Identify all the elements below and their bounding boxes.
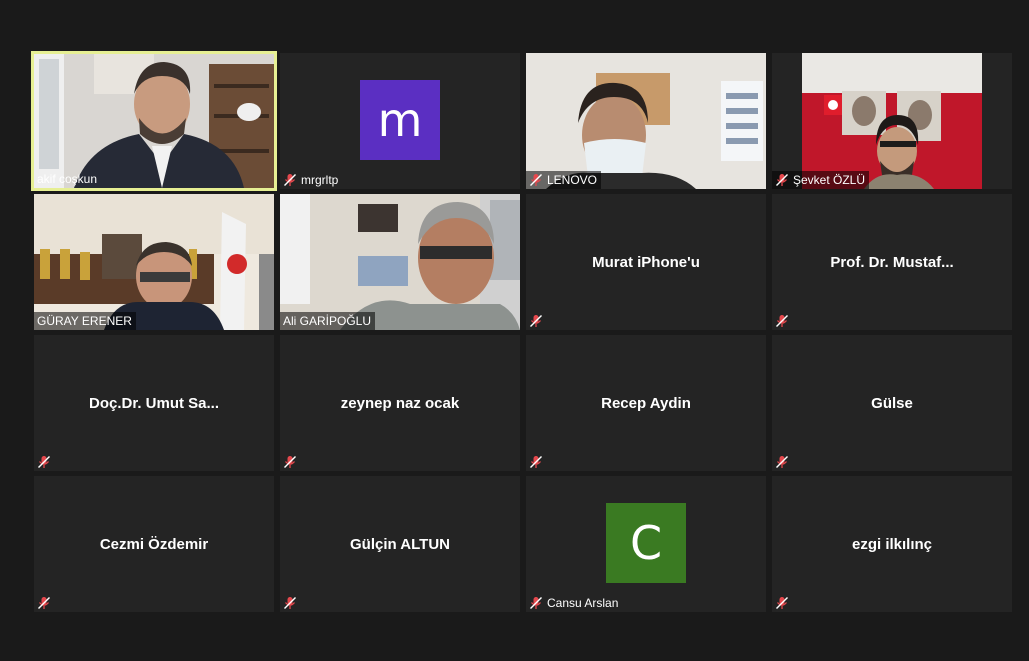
participant-tile[interactable]: Prof. Dr. Mustaf... xyxy=(772,194,1012,330)
muted-microphone-icon xyxy=(283,596,297,610)
participant-name: Cansu Arslan xyxy=(547,596,619,610)
participant-label: GÜRAY ERENER xyxy=(34,312,136,330)
participant-name: Ali GARİPOĞLU xyxy=(283,314,372,328)
avatar: C xyxy=(606,503,686,583)
muted-microphone-icon xyxy=(529,173,543,187)
participant-label: Ali GARİPOĞLU xyxy=(280,312,376,330)
participant-video xyxy=(34,54,274,188)
participant-label: akif coşkun xyxy=(34,170,101,188)
muted-microphone-icon xyxy=(37,455,51,469)
muted-microphone-icon xyxy=(529,596,543,610)
participant-tile[interactable]: m mrgrltp xyxy=(280,53,520,189)
participant-tile[interactable]: GÜRAY ERENER xyxy=(34,194,274,330)
participant-display-name: Gülse xyxy=(871,395,913,412)
participant-tile[interactable]: Doç.Dr. Umut Sa... xyxy=(34,335,274,471)
participant-name: GÜRAY ERENER xyxy=(37,314,132,328)
participant-tile[interactable]: Şevket ÖZLÜ xyxy=(772,53,1012,189)
participant-tile[interactable]: Gülse xyxy=(772,335,1012,471)
participant-label xyxy=(34,594,59,612)
participant-video xyxy=(280,194,520,330)
participant-name: mrgrltp xyxy=(301,173,339,187)
participant-label xyxy=(772,594,797,612)
muted-microphone-icon xyxy=(529,314,543,328)
participant-tile[interactable]: Cezmi Özdemir xyxy=(34,476,274,612)
participant-display-name: Gülçin ALTUN xyxy=(350,536,450,553)
participant-tile[interactable]: Recep Aydin xyxy=(526,335,766,471)
participant-display-name: Doç.Dr. Umut Sa... xyxy=(88,395,220,412)
participant-display-name: Recep Aydin xyxy=(601,395,691,412)
participant-video xyxy=(34,194,274,330)
avatar-initial: C xyxy=(629,516,663,570)
participant-display-name: ezgi ilkılınç xyxy=(851,536,933,553)
participant-name: LENOVO xyxy=(547,173,598,187)
muted-microphone-icon xyxy=(775,455,789,469)
participant-tile[interactable]: LENOVO xyxy=(526,53,766,189)
participant-tile[interactable]: ezgi ilkılınç xyxy=(772,476,1012,612)
participant-label xyxy=(526,453,551,471)
muted-microphone-icon xyxy=(283,173,297,187)
participant-label: Cansu Arslan xyxy=(526,594,622,612)
muted-microphone-icon xyxy=(529,455,543,469)
participant-label: Şevket ÖZLÜ xyxy=(772,171,870,189)
participant-label xyxy=(772,453,797,471)
participant-tile[interactable]: Murat iPhone'u xyxy=(526,194,766,330)
participant-label xyxy=(280,453,305,471)
participant-video xyxy=(772,53,1012,189)
participant-name: akif coşkun xyxy=(37,172,98,186)
participant-label: LENOVO xyxy=(526,171,602,189)
participant-label xyxy=(34,453,59,471)
participant-display-name: Murat iPhone'u xyxy=(592,254,700,271)
participant-tile[interactable]: C Cansu Arslan xyxy=(526,476,766,612)
muted-microphone-icon xyxy=(775,596,789,610)
muted-microphone-icon xyxy=(37,596,51,610)
participant-tile[interactable]: zeynep naz ocak xyxy=(280,335,520,471)
muted-microphone-icon xyxy=(283,455,297,469)
participant-label xyxy=(772,312,797,330)
participant-label xyxy=(526,312,551,330)
participant-display-name: Cezmi Özdemir xyxy=(99,536,209,553)
participant-tile[interactable]: Gülçin ALTUN xyxy=(280,476,520,612)
participant-display-name: Prof. Dr. Mustaf... xyxy=(830,254,954,271)
participant-tile[interactable]: akif coşkun xyxy=(31,51,277,191)
muted-microphone-icon xyxy=(775,314,789,328)
gallery-grid: akif coşkun m mrgrltp LENOVO Şevket ÖZLÜ… xyxy=(0,0,1029,661)
participant-display-name: zeynep naz ocak xyxy=(340,395,460,412)
participant-label xyxy=(280,594,305,612)
participant-tile[interactable]: Ali GARİPOĞLU xyxy=(280,194,520,330)
avatar: m xyxy=(360,80,440,160)
participant-video xyxy=(526,53,766,189)
participant-name: Şevket ÖZLÜ xyxy=(793,173,866,187)
participant-label: mrgrltp xyxy=(280,171,342,189)
muted-microphone-icon xyxy=(775,173,789,187)
avatar-initial: m xyxy=(377,93,423,147)
